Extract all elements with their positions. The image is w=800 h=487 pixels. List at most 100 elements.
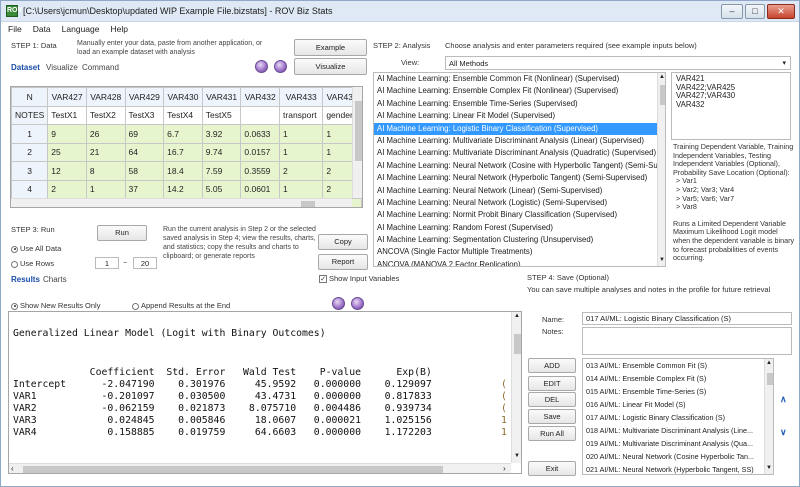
results-hscroll-thumb[interactable] xyxy=(23,466,443,473)
grid-col-header[interactable]: VAR431 xyxy=(201,87,242,107)
grid-vertical-scrollbar[interactable] xyxy=(352,87,362,198)
data-grid[interactable]: N VAR427 VAR428 VAR429 VAR430 VAR431 VAR… xyxy=(10,86,363,208)
zoom-in-orb-icon[interactable] xyxy=(332,297,345,310)
save-name-field[interactable]: 017 AI/ML: Logistic Binary Classificatio… xyxy=(582,312,792,325)
saved-item[interactable]: 013 AI/ML: Ensemble Common Fit (S) xyxy=(583,359,773,372)
variables-input[interactable]: VAR421 VAR422;VAR425 VAR427;VAR430 VAR43… xyxy=(671,72,791,140)
grid-cell[interactable]: 25 xyxy=(47,142,87,162)
checkbox-checked-icon[interactable]: ✓ xyxy=(319,275,327,284)
grid-cell[interactable]: 2 xyxy=(47,179,87,199)
saved-scroll-thumb[interactable] xyxy=(767,373,773,385)
tab-dataset[interactable]: Dataset xyxy=(11,63,40,72)
grid-note-cell[interactable]: TestX1 xyxy=(47,105,87,125)
method-item[interactable]: AI Machine Learning: Multivariate Discri… xyxy=(374,147,665,159)
menu-data[interactable]: Data xyxy=(26,22,55,35)
grid-cell[interactable]: 26 xyxy=(85,124,126,144)
minimize-button[interactable]: – xyxy=(721,4,743,19)
grid-col-header[interactable]: VAR429 xyxy=(124,87,165,107)
grid-cell[interactable]: 0.0633 xyxy=(240,124,281,144)
grid-cell[interactable]: 2 xyxy=(279,161,324,181)
saved-item[interactable]: 016 AI/ML: Linear Fit Model (S) xyxy=(583,398,773,411)
append-results-radio[interactable]: Append Results at the End xyxy=(132,301,230,310)
grid-col-header[interactable]: VAR427 xyxy=(47,87,87,107)
row-from-field[interactable]: 1 xyxy=(95,257,119,269)
save-notes-field[interactable] xyxy=(582,327,792,355)
tab-command[interactable]: Command xyxy=(82,63,119,72)
edit-button[interactable]: EDIT xyxy=(528,376,576,391)
grid-cell[interactable]: 58 xyxy=(124,161,165,181)
methods-list[interactable]: AI Machine Learning: Ensemble Common Fit… xyxy=(373,72,666,267)
menu-help[interactable]: Help xyxy=(104,22,132,35)
show-input-variables-checkbox[interactable]: ✓ Show Input Variables xyxy=(319,274,399,284)
tab-charts[interactable]: Charts xyxy=(43,275,67,284)
method-item[interactable]: AI Machine Learning: Ensemble Time-Serie… xyxy=(374,98,665,110)
saved-analyses-list[interactable]: 013 AI/ML: Ensemble Common Fit (S) 014 A… xyxy=(582,358,774,475)
grid-cell[interactable]: 9 xyxy=(47,124,87,144)
grid-col-header[interactable]: VAR430 xyxy=(163,87,203,107)
method-item[interactable]: ANCOVA (MANOVA 2 Factor Replication) xyxy=(374,259,665,266)
grid-cell[interactable]: 64 xyxy=(124,142,165,162)
exit-button[interactable]: Exit xyxy=(528,461,576,476)
saved-item[interactable]: 014 AI/ML: Ensemble Complex Fit (S) xyxy=(583,372,773,385)
grid-cell[interactable]: 0.0601 xyxy=(240,179,281,199)
method-item[interactable]: AI Machine Learning: Neural Network (Cos… xyxy=(374,160,665,172)
grid-note-cell[interactable]: TestX4 xyxy=(163,105,203,125)
zoom-out-orb-icon[interactable] xyxy=(274,60,287,73)
method-item-selected[interactable]: AI Machine Learning: Logistic Binary Cla… xyxy=(374,122,665,135)
show-new-results-radio[interactable]: Show New Results Only xyxy=(11,301,100,310)
methods-scroll-thumb[interactable] xyxy=(660,85,665,105)
grid-cell[interactable]: 9.74 xyxy=(201,142,242,162)
grid-cell[interactable]: 1 xyxy=(279,179,324,199)
add-button[interactable]: ADD xyxy=(528,358,576,373)
run-all-button[interactable]: Run All xyxy=(528,426,576,441)
menu-file[interactable]: File xyxy=(1,22,26,35)
grid-note-cell[interactable]: TestX5 xyxy=(201,105,242,125)
grid-cell[interactable]: 18.4 xyxy=(163,161,203,181)
grid-cell[interactable]: 16.7 xyxy=(163,142,203,162)
grid-col-header[interactable]: VAR433 xyxy=(279,87,324,107)
zoom-out-orb-icon[interactable] xyxy=(351,297,364,310)
grid-cell[interactable]: 0.3559 xyxy=(240,161,281,181)
grid-cell[interactable]: 69 xyxy=(124,124,165,144)
save-button[interactable]: Save xyxy=(528,409,576,424)
grid-note-cell[interactable]: TestX3 xyxy=(124,105,165,125)
method-item[interactable]: AI Machine Learning: Neural Network (Lin… xyxy=(374,185,665,197)
results-horizontal-scrollbar[interactable]: ‹ › xyxy=(9,463,511,473)
run-button[interactable]: Run xyxy=(97,225,147,241)
results-vscroll-thumb[interactable] xyxy=(514,334,521,354)
grid-note-cell[interactable] xyxy=(240,105,281,125)
scroll-right-icon[interactable]: › xyxy=(503,464,506,473)
menu-language[interactable]: Language xyxy=(55,22,104,35)
radio-selected-icon[interactable] xyxy=(11,302,18,310)
tab-visualize[interactable]: Visualize xyxy=(46,63,78,72)
copy-button[interactable]: Copy xyxy=(318,234,368,250)
grid-cell[interactable]: 1 xyxy=(85,179,126,199)
method-item[interactable]: AI Machine Learning: Random Forest (Supe… xyxy=(374,222,665,234)
use-all-data-radio[interactable]: Use All Data xyxy=(11,244,61,253)
method-item[interactable]: AI Machine Learning: Multivariate Discri… xyxy=(374,135,665,147)
grid-hscroll-thumb[interactable] xyxy=(301,201,315,207)
saved-list-scrollbar[interactable]: ▲ ▼ xyxy=(764,359,773,474)
view-select[interactable]: All Methods ▾ xyxy=(445,56,791,70)
method-item[interactable]: AI Machine Learning: Linear Fit Model (S… xyxy=(374,110,665,122)
use-rows-radio[interactable]: Use Rows xyxy=(11,259,54,268)
report-button[interactable]: Report xyxy=(318,254,368,270)
move-down-arrow-icon[interactable]: ∨ xyxy=(780,427,787,438)
scroll-down-icon[interactable]: ▼ xyxy=(659,257,665,263)
saved-item[interactable]: 018 AI/ML: Multivariate Discriminant Ana… xyxy=(583,424,773,437)
method-item[interactable]: AI Machine Learning: Ensemble Common Fit… xyxy=(374,73,665,85)
grid-vscroll-thumb[interactable] xyxy=(355,101,362,161)
results-vertical-scrollbar[interactable]: ▲ ▼ xyxy=(511,312,521,463)
grid-cell[interactable]: 21 xyxy=(85,142,126,162)
method-item[interactable]: AI Machine Learning: Normit Probit Binar… xyxy=(374,209,665,221)
saved-item[interactable]: 021 AI/ML: Neural Network (Hyperbolic Ta… xyxy=(583,463,773,474)
results-pane[interactable]: Generalized Linear Model (Logit with Bin… xyxy=(8,311,522,474)
grid-horizontal-scrollbar[interactable] xyxy=(11,198,352,207)
grid-cell[interactable]: 14.2 xyxy=(163,179,203,199)
grid-cell[interactable]: 0.0157 xyxy=(240,142,281,162)
scroll-up-icon[interactable]: ▲ xyxy=(659,74,665,80)
example-button[interactable]: Example xyxy=(294,39,367,56)
saved-item[interactable]: 017 AI/ML: Logistic Binary Classificatio… xyxy=(583,411,773,424)
chevron-down-icon[interactable]: ▾ xyxy=(782,58,786,69)
method-item[interactable]: AI Machine Learning: Neural Network (Log… xyxy=(374,197,665,209)
